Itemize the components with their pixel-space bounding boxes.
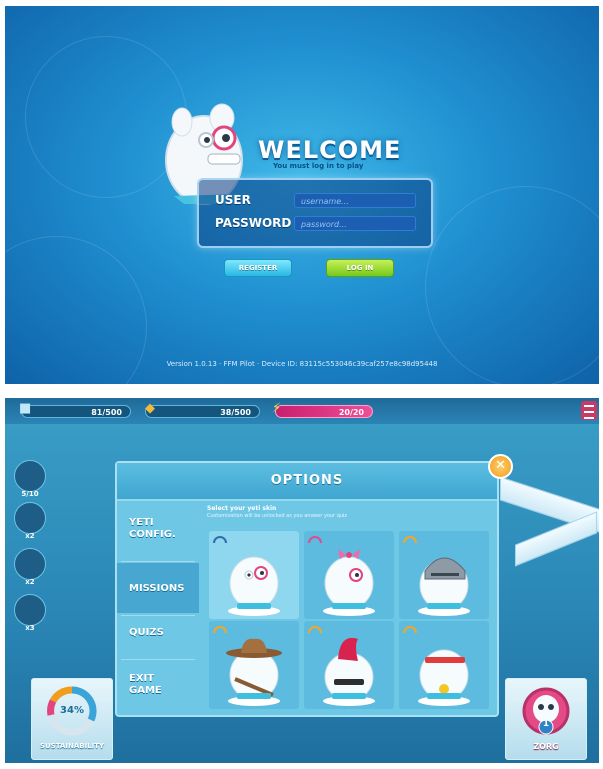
rarity-gauge-icon <box>308 536 322 544</box>
yeti-skin-bow[interactable] <box>304 531 394 619</box>
yeti-skin-icon <box>228 556 280 616</box>
yeti-skin-cowboy-icon <box>226 638 282 706</box>
frost-decoration <box>425 186 599 384</box>
yeti-skin-punk[interactable] <box>304 621 394 709</box>
ice-counter: 81/500 <box>21 405 131 418</box>
password-input[interactable]: password... <box>294 216 416 231</box>
welcome-title: WELCOME <box>258 136 402 164</box>
orca-avatar[interactable]: x3 <box>14 594 46 632</box>
menu-divider <box>121 561 195 562</box>
yeti-skin-knight-icon <box>418 557 470 616</box>
energy-counter: 20/20 <box>275 405 373 418</box>
ice-path <box>515 511 597 567</box>
rarity-gauge-icon <box>403 536 417 544</box>
welcome-subtitle: You must log in to play <box>273 162 364 170</box>
options-side-menu: YETI CONFIG. MISSIONS QUIZS EXIT GAME <box>117 501 199 715</box>
game-screen: 81/500 ■ 38/500 ◆ 20/20 ⚡ 5/10 x2 x2 x3 … <box>5 398 599 763</box>
zorg-avatar-icon <box>522 687 570 735</box>
rarity-gauge-icon <box>308 626 322 634</box>
menu-divider <box>121 615 195 616</box>
yeti-skin-bow-icon <box>323 549 375 616</box>
register-button[interactable]: REGISTER <box>224 259 292 277</box>
lightning-icon: ⚡ <box>272 401 282 416</box>
skins-title: Select your yeti skin <box>207 505 277 512</box>
menu-item-yeti-config[interactable]: YETI CONFIG. <box>117 517 199 541</box>
menu-item-exit-game[interactable]: EXIT GAME <box>117 673 187 697</box>
username-input[interactable]: username... <box>294 193 416 208</box>
sustainability-label: SUSTAINABILITY <box>39 742 105 750</box>
ice-cube-icon: ■ <box>19 401 32 416</box>
rarity-gauge-icon <box>403 626 417 634</box>
yeti-skin-punk-icon <box>323 637 375 706</box>
login-button[interactable]: LOG IN <box>326 259 394 277</box>
version-info: Version 1.0.13 · FFM Pilot · Device ID: … <box>166 360 438 368</box>
yeti-skin-knight[interactable] <box>399 531 489 619</box>
login-form: USER username... PASSWORD password... <box>197 178 433 248</box>
fish-counter: 38/500 <box>145 405 260 418</box>
zorg-level: 1 <box>542 719 550 729</box>
penguin-avatar[interactable]: 5/10 <box>14 460 46 498</box>
yeti-skin-hero-icon <box>418 649 470 706</box>
rarity-gauge-icon <box>213 536 227 544</box>
seal-avatar[interactable]: x2 <box>14 502 46 540</box>
skins-subtitle: Customization will be unlocked as you an… <box>207 513 348 519</box>
close-options-button[interactable]: ✕ <box>488 454 513 479</box>
menu-divider <box>121 659 195 660</box>
hamburger-menu-button[interactable] <box>581 401 597 420</box>
login-screen: WELCOME You must log in to play USER use… <box>5 6 599 384</box>
options-dialog: OPTIONS YETI CONFIG. MISSIONS QUIZS EXIT… <box>115 461 499 717</box>
sustainability-percent: 34% <box>60 705 84 716</box>
zorg-panel[interactable]: 1 ZORG <box>505 678 587 760</box>
seal-dark-avatar[interactable]: x2 <box>14 548 46 586</box>
options-header: OPTIONS <box>117 463 497 501</box>
resource-bar: 81/500 ■ 38/500 ◆ 20/20 ⚡ <box>5 398 599 424</box>
password-label: PASSWORD <box>215 216 292 230</box>
menu-item-missions[interactable]: MISSIONS <box>117 563 199 613</box>
sustainability-panel[interactable]: 34% SUSTAINABILITY <box>31 678 113 760</box>
yeti-skin-cowboy[interactable] <box>209 621 299 709</box>
options-title: OPTIONS <box>270 473 344 488</box>
zorg-label: ZORG <box>533 742 559 751</box>
menu-item-quizs[interactable]: QUIZS <box>117 627 199 639</box>
fish-icon: ◆ <box>145 401 155 416</box>
user-label: USER <box>215 193 251 207</box>
yeti-skin-default[interactable] <box>209 531 299 619</box>
yeti-skin-hero[interactable] <box>399 621 489 709</box>
rarity-gauge-icon <box>213 626 227 634</box>
